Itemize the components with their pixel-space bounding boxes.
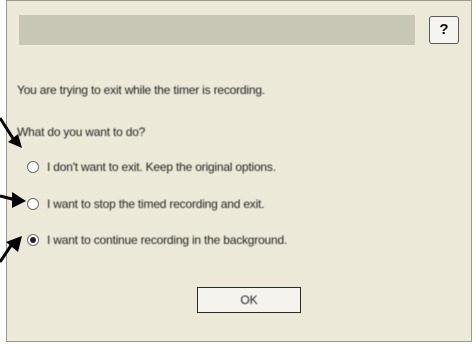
option-label-continue-recording: I want to continue recording in the back… — [47, 233, 288, 247]
ok-button-label: OK — [240, 293, 258, 307]
dialog-question: What do you want to do? — [17, 125, 146, 139]
screenshot-stage: ? You are trying to exit while the timer… — [0, 0, 476, 350]
help-button[interactable]: ? — [429, 16, 459, 44]
exit-dialog: ? You are trying to exit while the timer… — [6, 0, 472, 342]
radio-button-continue-recording[interactable] — [27, 234, 39, 246]
ok-button[interactable]: OK — [197, 287, 301, 313]
radio-button-stop-recording[interactable] — [27, 198, 39, 210]
radio-button-keep-original[interactable] — [27, 161, 39, 173]
option-label-stop-recording: I want to stop the timed recording and e… — [47, 197, 265, 211]
dialog-title-bar — [19, 15, 415, 45]
option-label-keep-original: I don't want to exit. Keep the original … — [47, 160, 276, 174]
dialog-message: You are trying to exit while the timer i… — [17, 83, 265, 97]
